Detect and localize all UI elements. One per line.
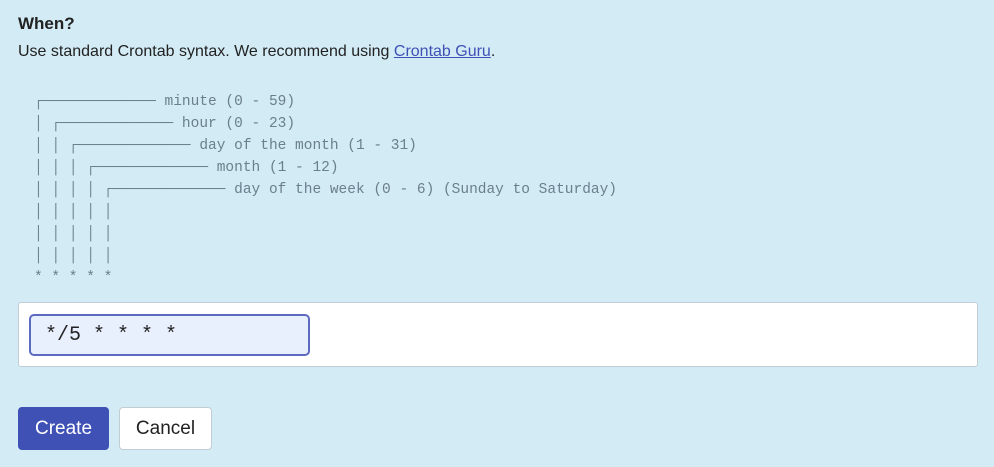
section-title: When? xyxy=(18,14,75,33)
description-suffix: . xyxy=(490,43,496,60)
cron-input-panel xyxy=(18,302,978,367)
crontab-guru-link[interactable]: Crontab Guru xyxy=(394,43,491,60)
create-button[interactable]: Create xyxy=(18,407,109,450)
cron-expression-input[interactable] xyxy=(29,314,310,356)
description-text: Use standard Crontab syntax. We recommen… xyxy=(18,43,394,60)
crontab-syntax-diagram: ┌───────────── minute (0 - 59) │ ┌──────… xyxy=(34,94,617,286)
cancel-button[interactable]: Cancel xyxy=(119,407,212,450)
section-description: Use standard Crontab syntax. We recommen… xyxy=(18,43,495,61)
schedule-form: When? Use standard Crontab syntax. We re… xyxy=(0,0,994,467)
